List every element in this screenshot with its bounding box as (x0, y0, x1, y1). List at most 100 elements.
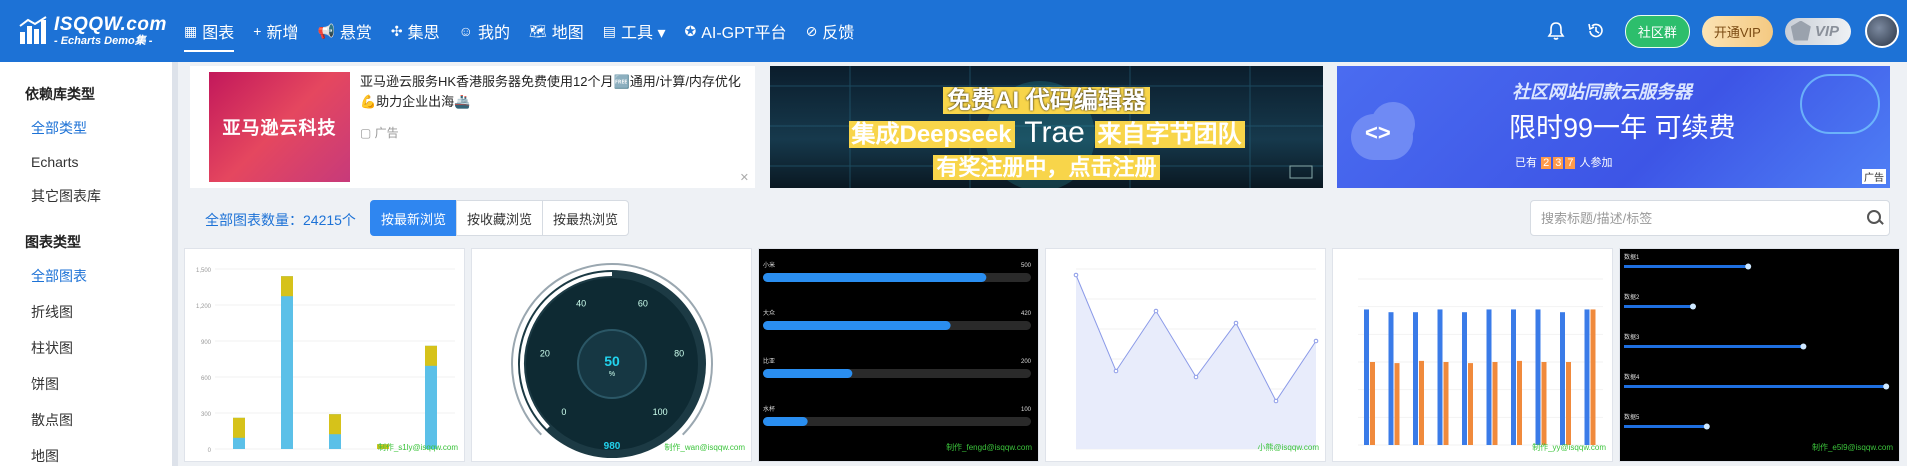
bar (1486, 309, 1492, 445)
sidebar-item[interactable]: 柱状图 (31, 338, 172, 358)
site-logo[interactable]: ISQQW.com - Echarts Demo集 - (18, 15, 176, 47)
sidebar-item[interactable]: 全部图表 (31, 266, 172, 286)
main-nav: ▦ 图表 + 新增 📢 悬赏 ✣ 集思 ☺ 我的 🗺 地图 ▤ 工具 ▾ ✪ AI-GPT平台 ⊘ 反馈 (184, 0, 873, 62)
ad-trae[interactable]: 免费AI 代码编辑器 集成Deepseek Trae 来自字节团队 有奖注册中，… (770, 66, 1323, 188)
bar (763, 369, 853, 378)
bar (763, 417, 808, 426)
community-group-button[interactable]: 社区群 (1624, 14, 1690, 48)
sidebar-item[interactable]: 散点图 (31, 410, 172, 430)
gauge-tick-label: 100 (653, 407, 668, 417)
ad-cloud-line2: 限时99一年 可续费 (1509, 113, 1736, 143)
sidebar-item[interactable]: 地图 (31, 446, 172, 466)
tab-hottest[interactable]: 按最热浏览 (542, 200, 630, 236)
bar-glow-dot (1800, 343, 1807, 350)
user-avatar[interactable] (1865, 14, 1899, 48)
gauge-value: 50 (604, 353, 620, 369)
category-label: 数据5 (1624, 413, 1640, 421)
category-label: 大众 (763, 309, 775, 317)
author-watermark: 制作_e5l9@isqqw.com (1811, 443, 1893, 452)
nav-ai[interactable]: ✪ AI-GPT平台 (684, 0, 786, 62)
value-label: 420 (1021, 311, 1032, 317)
ad-aws-text[interactable]: 亚马逊云服务HK香港服务器免费使用12个月🆓通用/计算/内存优化💪助力企业出海🚢 (360, 72, 750, 112)
nav-map[interactable]: 🗺 地图 (529, 0, 584, 62)
bar-cap (425, 345, 437, 366)
bar (1566, 362, 1571, 445)
tools-icon: ▤ (602, 22, 616, 39)
chart-svg: 数据1 数据2 数据3 数据4 数据5 (1624, 253, 1890, 430)
author-watermark: 制作_fengd@isqqw.com (946, 443, 1032, 452)
nav-feedback[interactable]: ⊘ 反馈 (806, 0, 855, 62)
category-label: 数据2 (1624, 293, 1640, 301)
ads-row: 亚马逊云科技 亚马逊云服务HK香港服务器免费使用12个月🆓通用/计算/内存优化💪… (190, 66, 1907, 188)
search-input[interactable] (1531, 201, 1859, 235)
y-tick-label: 1,200 (196, 304, 212, 310)
vip-badge-label: VIP (1814, 22, 1839, 40)
gauge-tick-label: 0 (561, 407, 566, 417)
nav-tools[interactable]: ▤ 工具 ▾ (603, 0, 666, 62)
value-label: 500 (1021, 263, 1032, 269)
sidebar-item[interactable]: 饼图 (31, 374, 172, 394)
feedback-icon: ⊘ (805, 22, 818, 39)
data-point (1113, 368, 1119, 374)
bar (1560, 312, 1565, 445)
chart-card[interactable]: 数据1 数据2 数据3 数据4 数据5 制作_e5l9@isqqw.com (1619, 248, 1900, 462)
author-watermark: 制作_s1ly@isqqw.com (377, 443, 458, 452)
tab-favorites[interactable]: 按收藏浏览 (456, 200, 544, 236)
value-label: 100 (1021, 407, 1032, 413)
vip-badge[interactable]: VIP (1784, 17, 1851, 45)
bar (1535, 309, 1541, 445)
close-icon[interactable]: ✕ (740, 171, 749, 184)
bar (1511, 309, 1516, 445)
data-point (1233, 320, 1239, 326)
tab-latest[interactable]: 按最新浏览 (370, 200, 458, 236)
bar (1388, 312, 1394, 445)
sidebar-item[interactable]: 折线图 (31, 302, 172, 322)
nav-label: 反馈 (822, 25, 855, 42)
megaphone-icon: 📢 (317, 22, 335, 39)
nav-label: 集思 (407, 25, 440, 42)
bar (1413, 312, 1418, 445)
bar (1624, 425, 1707, 428)
chart-card[interactable]: 小米 500 大众 420 比亚 200 水杯 100 制作_fengd@isqqw.com (758, 248, 1039, 462)
sidebar-item[interactable]: 其它图表库 (31, 186, 172, 206)
search-icon[interactable] (1859, 203, 1889, 233)
nav-megaphone[interactable]: 📢 悬赏 (317, 0, 371, 62)
logo-title: ISQQW.com (54, 14, 167, 35)
sidebar-item[interactable]: 全部类型 (31, 118, 172, 138)
chart-card[interactable]: 0 20 40 60 80 100 50% 980 制作_wan@isqqw.com (471, 248, 752, 462)
chart-card[interactable]: 制作_yy@isqqw.com (1332, 248, 1613, 462)
data-point (1273, 398, 1279, 404)
open-vip-button[interactable]: 开通VIP (1701, 15, 1773, 47)
nav-puzzle[interactable]: ✣ 集思 (391, 0, 440, 62)
gauge-tick-label: 20 (540, 348, 550, 358)
nav-grid[interactable]: ▦ 图表 (184, 0, 235, 62)
sidebar-item[interactable]: Echarts (31, 154, 172, 170)
gauge-tick-label: 60 (638, 298, 648, 308)
bar (763, 321, 951, 330)
chart-svg (1073, 268, 1319, 450)
chart-svg (1358, 278, 1603, 446)
data-point (1153, 308, 1159, 314)
ad-cloud-server[interactable]: <> 社区网站同款云服务器 限时99一年 可续费 已有 237 人参加 广告 (1337, 66, 1890, 188)
code-icon: <> (1365, 120, 1391, 145)
chart-card[interactable]: 0 300 600 900 1,200 1,500 制作_s1ly@isqqw.com (184, 248, 465, 462)
history-icon[interactable] (1585, 20, 1607, 42)
bell-icon[interactable] (1545, 20, 1567, 42)
bar (1468, 363, 1473, 445)
value-label: 200 (1021, 359, 1032, 365)
ad-aws-image[interactable]: 亚马逊云科技 (209, 72, 350, 182)
ad-label: 广告 (1862, 169, 1886, 184)
nav-plus[interactable]: + 新增 (253, 0, 298, 62)
bar (1624, 305, 1693, 308)
nav-user[interactable]: ☺ 我的 (459, 0, 510, 62)
data-point (1313, 338, 1319, 344)
plus-icon: + (253, 23, 262, 39)
bar (1624, 385, 1887, 388)
nav-label: 地图 (551, 25, 584, 42)
bar (1584, 309, 1590, 445)
bar (1419, 360, 1424, 445)
nav-label: AI-GPT平台 (701, 25, 787, 42)
ad-aws[interactable]: 亚马逊云科技 亚马逊云服务HK香港服务器免费使用12个月🆓通用/计算/内存优化💪… (190, 66, 755, 188)
bar-cap (233, 417, 245, 438)
chart-card[interactable]: 小熊@isqqw.com (1045, 248, 1326, 462)
